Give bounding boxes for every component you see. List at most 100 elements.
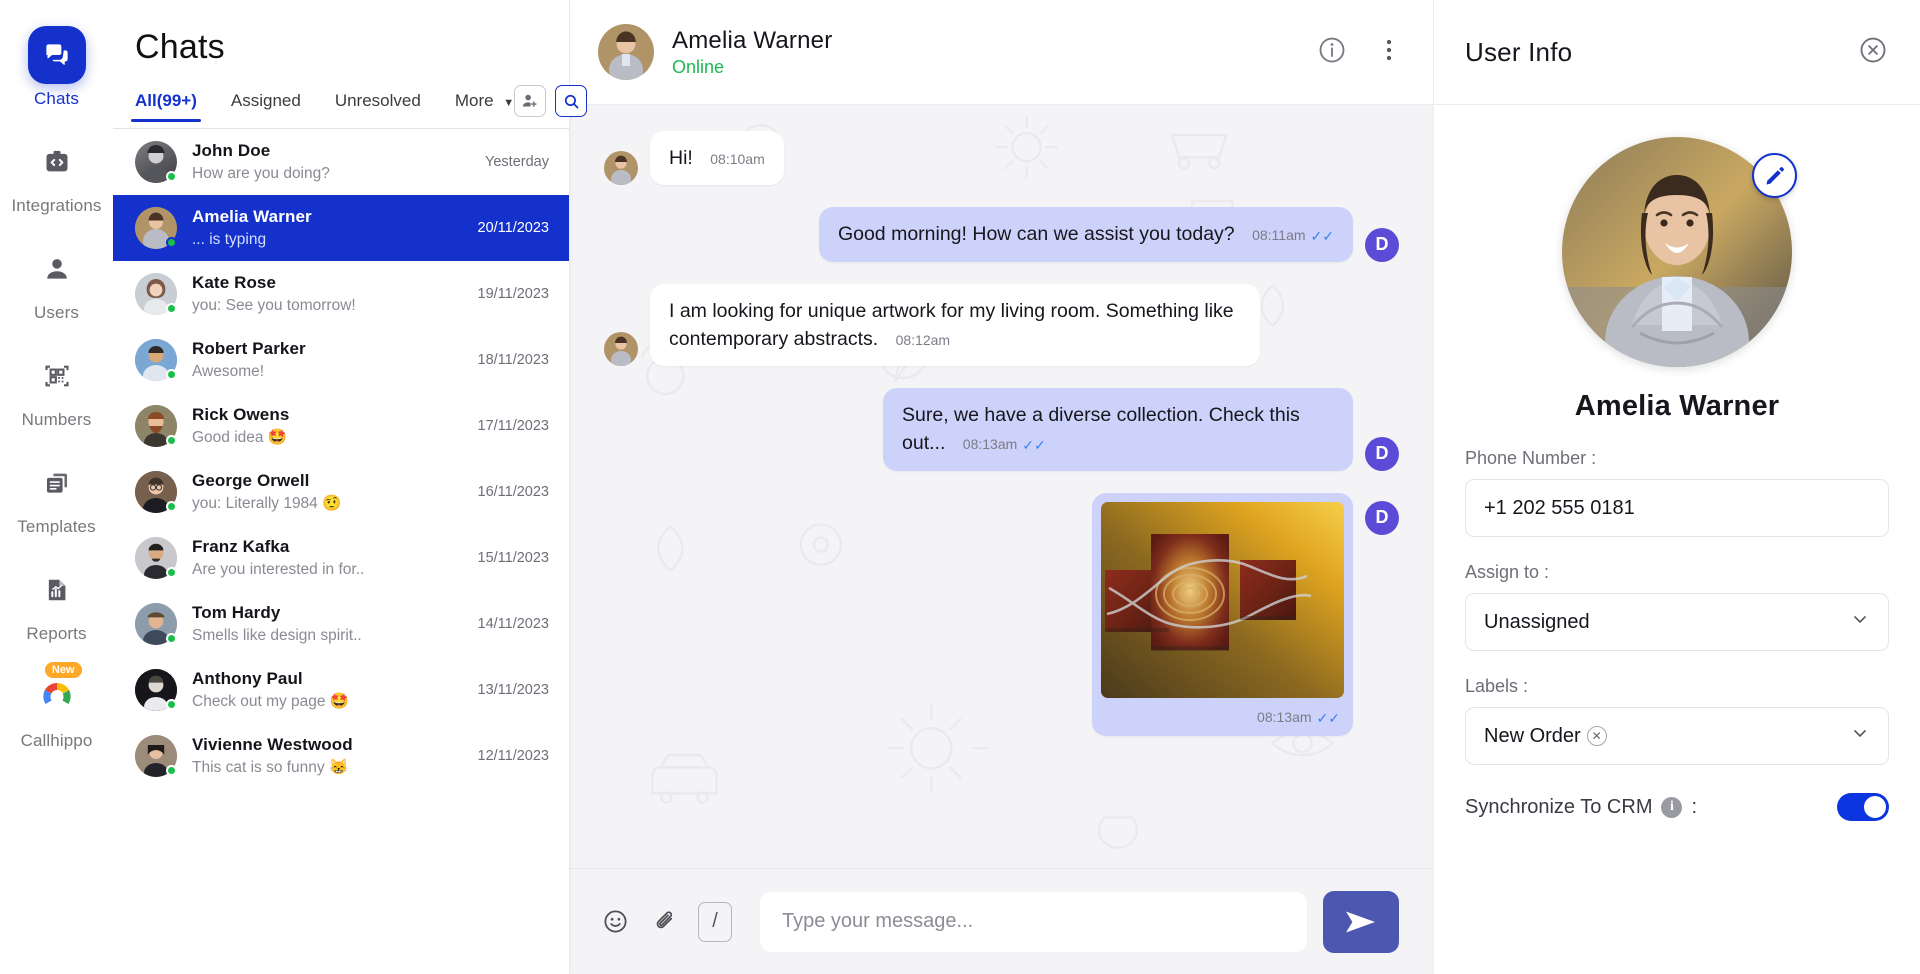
message-preview: Awesome! [192, 362, 265, 380]
app-root: Chats Integrations Users Numbers Templat… [0, 0, 1920, 974]
message-preview: How are you doing? [192, 164, 330, 182]
chat-timestamp: 13/11/2023 [477, 682, 550, 698]
message-list[interactable]: Hi! 08:10am Good morning! How can we ass… [570, 105, 1433, 868]
tab-all-label: All(99+) [135, 91, 197, 110]
message-preview: Are you interested in for.. [192, 560, 365, 578]
message-time: 08:10am [710, 151, 765, 167]
chat-icon [27, 26, 86, 84]
avatar [135, 141, 177, 183]
chat-list-item-text: Vivienne Westwood This cat is so funny 😸 [192, 734, 468, 779]
sidebar-label-users: Users [34, 303, 79, 322]
callhippo-logo-icon: New [28, 662, 86, 726]
page-title: Chats [135, 28, 225, 66]
search-button[interactable] [555, 85, 588, 117]
chat-timestamp: 19/11/2023 [477, 286, 550, 302]
message-bubble-outgoing: Good morning! How can we assist you toda… [818, 207, 1353, 262]
chat-list-item-text: Tom Hardy Smells like design spirit.. [192, 602, 468, 647]
sidebar-label-integrations: Integrations [11, 196, 102, 215]
chat-list-item-text: George Orwell you: Literally 1984 🤨 [192, 470, 468, 515]
slash-command-button[interactable]: / [698, 901, 732, 942]
sidebar-item-integrations[interactable]: Integrations [0, 133, 113, 216]
remove-label-icon[interactable]: ✕ [1586, 726, 1607, 746]
sidebar-item-chats[interactable]: Chats [0, 26, 113, 109]
chat-timestamp: 16/11/2023 [477, 484, 550, 500]
sidebar-label-chats: Chats [34, 89, 79, 108]
add-contact-button[interactable] [514, 85, 547, 117]
sidebar-item-reports[interactable]: Reports [0, 561, 113, 644]
more-options-icon[interactable] [1377, 37, 1401, 68]
tab-unresolved[interactable]: Unresolved [335, 91, 421, 122]
emoji-icon[interactable] [598, 905, 632, 939]
chat-list-item[interactable]: Anthony Paul Check out my page 🤩 13/11/2… [113, 657, 569, 723]
labels-select[interactable]: New Order ✕ [1465, 707, 1889, 765]
edit-avatar-button[interactable] [1752, 153, 1797, 198]
chat-list-item[interactable]: Robert Parker Awesome! 18/11/2023 [113, 327, 569, 393]
agent-avatar: D [1365, 436, 1399, 471]
info-icon[interactable]: i [1661, 796, 1683, 818]
sidebar-label-numbers: Numbers [21, 410, 92, 429]
crm-sync-colon: : [1691, 795, 1698, 818]
message-time: 08:13am [1257, 708, 1312, 725]
contact-name: Rick Owens [192, 404, 290, 424]
message-input[interactable] [760, 891, 1307, 952]
avatar [135, 603, 177, 645]
message-preview: This cat is so funny 😸 [192, 758, 349, 776]
attachment-icon[interactable] [648, 905, 682, 939]
chat-list-item[interactable]: Kate Rose you: See you tomorrow! 19/11/2… [113, 261, 569, 327]
chevron-down-icon [1850, 723, 1870, 749]
message-bubble-image[interactable]: 08:13am ✓✓ [1092, 492, 1353, 736]
artwork-image [1101, 501, 1344, 698]
info-icon[interactable] [1317, 35, 1347, 70]
chat-filter-tabs: All(99+) Assigned Unresolved More ▼ [113, 67, 588, 128]
chat-list-scroll[interactable]: John Doe How are you doing? Yesterday Am… [113, 129, 569, 974]
contact-name: Robert Parker [192, 338, 306, 358]
sidebar-item-numbers[interactable]: Numbers [0, 347, 113, 430]
avatar [135, 405, 177, 447]
chat-timestamp: 18/11/2023 [477, 352, 550, 368]
sidebar-label-templates: Templates [17, 517, 96, 536]
chat-list-item[interactable]: John Doe How are you doing? Yesterday [113, 129, 569, 195]
phone-number-field[interactable]: +1 202 555 0181 [1465, 479, 1889, 537]
tab-all[interactable]: All(99+) [131, 91, 201, 122]
chat-list-item-text: Franz Kafka Are you interested in for.. [192, 536, 468, 581]
sidebar-item-templates[interactable]: Templates [0, 454, 113, 537]
sidebar-item-users[interactable]: Users [0, 240, 113, 323]
chat-list-item[interactable]: Rick Owens Good idea 🤩 17/11/2023 [113, 393, 569, 459]
online-indicator [166, 303, 177, 314]
close-icon[interactable] [1858, 35, 1888, 70]
crm-sync-label: Synchronize To CRM [1465, 795, 1653, 818]
conversation-header: Amelia Warner Online [570, 0, 1433, 105]
conversation-contact-name: Amelia Warner [672, 26, 833, 54]
chat-list-item[interactable]: George Orwell you: Literally 1984 🤨 16/1… [113, 459, 569, 525]
crm-sync-toggle[interactable] [1837, 793, 1889, 821]
chat-list-item[interactable]: Vivienne Westwood This cat is so funny 😸… [113, 723, 569, 789]
label-chip-text: New Order [1484, 724, 1581, 747]
sidebar-item-callhippo[interactable]: New Callhippo [0, 662, 113, 751]
message-row: Sure, we have a diverse collection. Chec… [604, 388, 1399, 471]
conversation-actions [1317, 35, 1401, 70]
reports-icon [28, 561, 86, 619]
chat-timestamp: 12/11/2023 [477, 748, 550, 764]
contact-name: Tom Hardy [192, 602, 281, 622]
tab-unresolved-label: Unresolved [334, 91, 421, 110]
chat-list-item[interactable]: Tom Hardy Smells like design spirit.. 14… [113, 591, 569, 657]
online-indicator [166, 435, 177, 446]
tab-assigned[interactable]: Assigned [231, 91, 301, 122]
message-row: Hi! 08:10am [604, 131, 1399, 186]
typing-indicator: ... is typing [192, 230, 267, 248]
avatar [135, 339, 177, 381]
user-info-title: User Info [1465, 36, 1573, 67]
chat-list-item[interactable]: Franz Kafka Are you interested in for.. … [113, 525, 569, 591]
avatar [135, 471, 177, 513]
contact-name: Amelia Warner [192, 206, 312, 226]
send-button[interactable] [1323, 890, 1399, 953]
user-info-panel: User Info Amelia Warner Phone Number: +… [1433, 0, 1920, 974]
online-indicator [166, 501, 177, 512]
online-indicator [166, 369, 177, 380]
assign-to-select[interactable]: Unassigned [1465, 593, 1889, 651]
tab-more[interactable]: More ▼ [455, 91, 514, 122]
message-preview: you: Literally 1984 🤨 [192, 494, 342, 512]
chat-list-item-selected[interactable]: Amelia Warner ... is typing 20/11/2023 [113, 195, 569, 261]
chevron-down-icon: ▼ [503, 97, 515, 109]
numbers-icon [28, 347, 86, 405]
